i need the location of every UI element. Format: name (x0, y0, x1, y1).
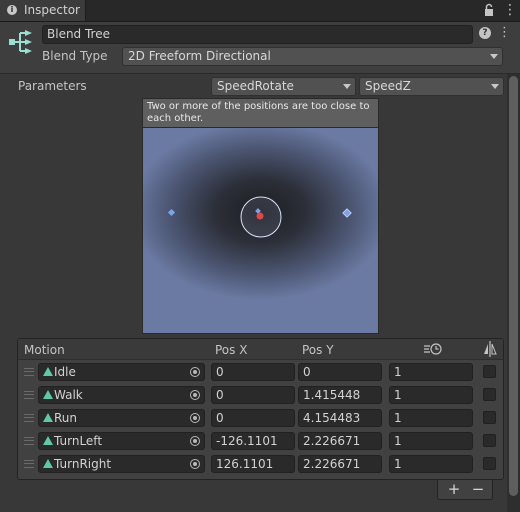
motion-clip-name: Walk (54, 388, 83, 402)
pos-y-field[interactable]: 2.226671 (298, 455, 382, 473)
mirror-icon (484, 341, 497, 357)
add-motion-button[interactable]: + (445, 481, 463, 498)
speed-field[interactable]: 1 (389, 386, 473, 404)
motion-clip-field[interactable]: Walk (38, 386, 205, 404)
blend-tree-icon (9, 30, 32, 54)
object-picker-icon[interactable] (190, 459, 200, 469)
speed-field[interactable]: 1 (389, 409, 473, 427)
pos-x-field[interactable]: 0 (211, 409, 295, 427)
parameter-y-dropdown[interactable]: SpeedZ (359, 77, 504, 96)
chevron-down-icon (491, 84, 499, 89)
object-picker-icon[interactable] (190, 436, 200, 446)
pos-y-field[interactable]: 4.154483 (298, 409, 382, 427)
object-picker-icon[interactable] (190, 413, 200, 423)
motion-clip-field[interactable]: TurnRight (38, 455, 205, 473)
mirror-checkbox[interactable] (483, 411, 496, 424)
motion-clip-field[interactable]: TurnLeft (38, 432, 205, 450)
drag-handle-icon[interactable] (24, 391, 34, 399)
blend-space-preview[interactable] (142, 98, 379, 334)
pos-x-column-header: Pos X (215, 343, 248, 357)
chevron-down-icon (343, 84, 351, 89)
motion-clip-name: TurnLeft (54, 434, 103, 448)
more-menu-icon[interactable]: ⋮ (503, 3, 517, 17)
remove-motion-button[interactable]: − (469, 481, 487, 498)
parameters-label: Parameters (18, 79, 87, 93)
pos-y-field[interactable]: 0 (298, 363, 382, 381)
chevron-down-icon (490, 54, 498, 59)
object-picker-icon[interactable] (190, 390, 200, 400)
pos-x-field[interactable]: 126.1101 (211, 455, 295, 473)
animation-clip-icon (43, 390, 53, 399)
pos-y-field[interactable]: 2.226671 (298, 432, 382, 450)
drag-handle-icon[interactable] (24, 437, 34, 445)
mirror-checkbox[interactable] (483, 457, 496, 470)
motion-row-turnleft: TurnLeft -126.1101 2.226671 1 (18, 430, 503, 453)
pos-x-field[interactable]: 0 (211, 363, 295, 381)
blend-type-dropdown[interactable]: 2D Freeform Directional (122, 47, 503, 66)
object-picker-icon[interactable] (190, 367, 200, 377)
drag-handle-icon[interactable] (24, 414, 34, 422)
info-icon: i (7, 5, 17, 15)
speed-field[interactable]: 1 (389, 455, 473, 473)
animation-clip-icon (43, 413, 53, 422)
pos-y-column-header: Pos Y (302, 343, 334, 357)
motion-clip-name: Run (54, 411, 78, 425)
motion-clip-name: Idle (54, 365, 76, 379)
animation-clip-icon (43, 459, 53, 468)
motion-row-walk: Walk 0 1.415448 1 (18, 384, 503, 407)
mirror-checkbox[interactable] (483, 365, 496, 378)
current-position-dot[interactable] (256, 212, 264, 220)
settings-menu-icon[interactable]: ⋮ (498, 26, 511, 40)
motion-clip-field[interactable]: Idle (38, 363, 205, 381)
mirror-checkbox[interactable] (483, 388, 496, 401)
motion-clip-field[interactable]: Run (38, 409, 205, 427)
speed-field[interactable]: 1 (389, 363, 473, 381)
blend-type-label: Blend Type (42, 49, 108, 63)
speed-clock-icon (424, 343, 442, 355)
blend-tree-name-field[interactable]: Blend Tree (42, 25, 473, 44)
blend-space-canvas (167, 196, 352, 238)
parameter-y-value: SpeedZ (365, 79, 411, 93)
drag-handle-icon[interactable] (24, 460, 34, 468)
motion-row-idle: Idle 0 0 1 (18, 361, 503, 384)
blend-type-value: 2D Freeform Directional (128, 49, 271, 63)
positions-warning: Two or more of the positions are too clo… (142, 98, 379, 128)
tab-title: Inspector (24, 3, 80, 17)
speed-field[interactable]: 1 (389, 432, 473, 450)
animation-clip-icon (43, 436, 53, 445)
motion-column-header: Motion (24, 343, 65, 357)
motion-row-turnright: TurnRight 126.1101 2.226671 1 (18, 453, 503, 476)
lock-icon[interactable] (482, 3, 496, 17)
mirror-checkbox[interactable] (483, 434, 496, 447)
parameter-x-value: SpeedRotate (217, 79, 294, 93)
motion-marker-turnleft[interactable] (167, 208, 176, 217)
motion-row-run: Run 0 4.154483 1 (18, 407, 503, 430)
animation-clip-icon (43, 367, 53, 376)
motion-clip-name: TurnRight (54, 457, 112, 471)
drag-handle-icon[interactable] (24, 368, 34, 376)
help-icon[interactable]: ? (479, 27, 491, 39)
pos-x-field[interactable]: 0 (211, 386, 295, 404)
pos-y-field[interactable]: 1.415448 (298, 386, 382, 404)
scrollbar-thumb[interactable] (509, 76, 518, 496)
motion-marker-turnright[interactable] (342, 208, 352, 218)
parameter-x-dropdown[interactable]: SpeedRotate (211, 77, 356, 96)
pos-x-field[interactable]: -126.1101 (211, 432, 295, 450)
